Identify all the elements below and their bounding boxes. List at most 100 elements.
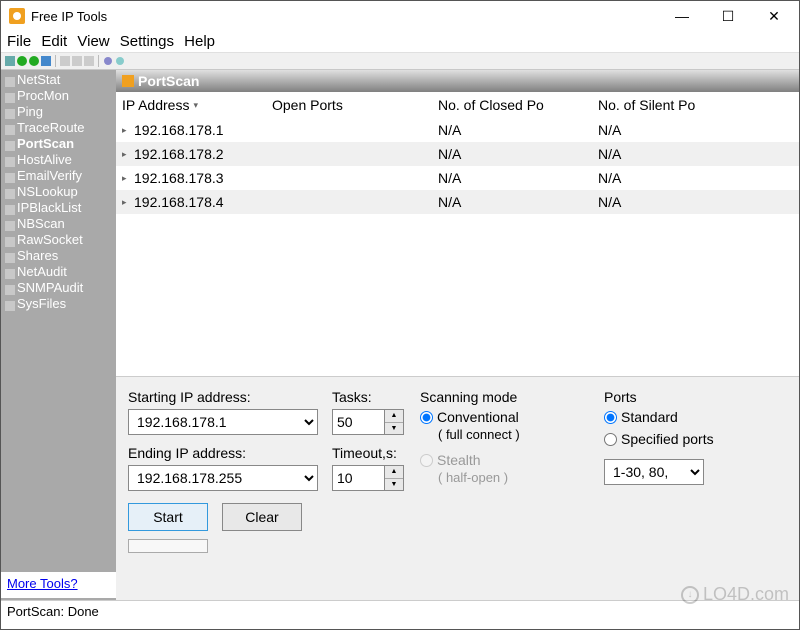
tool-icon — [5, 283, 15, 293]
tasks-down-button[interactable]: ▼ — [385, 423, 403, 435]
column-open-ports[interactable]: Open Ports — [272, 97, 438, 113]
ports-label: Ports — [604, 389, 787, 405]
tool-icon — [5, 155, 15, 165]
menu-view[interactable]: View — [77, 33, 109, 50]
menu-help[interactable]: Help — [184, 33, 215, 50]
sidebar-item-shares[interactable]: Shares — [1, 248, 116, 264]
sidebar-item-label: SNMPAudit — [17, 280, 83, 296]
tasks-up-button[interactable]: ▲ — [385, 410, 403, 423]
maximize-button[interactable]: ☐ — [705, 1, 751, 31]
cell-ip: 192.168.178.3 — [134, 170, 272, 186]
sidebar-item-procmon[interactable]: ProcMon — [1, 88, 116, 104]
cell-closed: N/A — [438, 146, 598, 162]
cell-silent: N/A — [598, 122, 738, 138]
tool-icon — [5, 187, 15, 197]
minimize-button[interactable]: — — [659, 1, 705, 31]
progress-bar — [128, 539, 208, 553]
sidebar-item-netaudit[interactable]: NetAudit — [1, 264, 116, 280]
more-tools-link[interactable]: More Tools? — [7, 576, 78, 591]
controls-panel: Starting IP address: 192.168.178.1 Endin… — [116, 377, 799, 600]
mode-conventional-radio[interactable]: Conventional — [420, 409, 590, 425]
expand-icon[interactable]: ▸ — [122, 125, 134, 136]
ports-specified-radio[interactable]: Specified ports — [604, 431, 787, 447]
sidebar-item-label: NSLookup — [17, 184, 78, 200]
sort-indicator-icon: ▾ — [193, 100, 198, 111]
toolbar — [1, 52, 799, 70]
column-silent[interactable]: No. of Silent Po — [598, 97, 738, 113]
toolbar-icon-b[interactable] — [72, 56, 82, 66]
end-ip-select[interactable]: 192.168.178.255 — [128, 465, 318, 491]
column-ip[interactable]: IP Address▾ — [122, 97, 272, 113]
start-ip-select[interactable]: 192.168.178.1 — [128, 409, 318, 435]
sidebar-item-nslookup[interactable]: NSLookup — [1, 184, 116, 200]
titlebar: Free IP Tools — ☐ ✕ — [1, 1, 799, 31]
toolbar-icon-a[interactable] — [60, 56, 70, 66]
sidebar-item-ping[interactable]: Ping — [1, 104, 116, 120]
menu-edit[interactable]: Edit — [41, 33, 67, 50]
tool-icon — [5, 91, 15, 101]
mode-conventional-sub: ( full connect ) — [438, 427, 590, 442]
results-table: IP Address▾ Open Ports No. of Closed Po … — [116, 92, 799, 377]
sidebar-item-label: HostAlive — [17, 152, 72, 168]
sidebar-item-portscan[interactable]: PortScan — [1, 136, 116, 152]
sidebar-item-label: PortScan — [17, 136, 74, 152]
app-icon — [9, 8, 25, 24]
toolbar-divider — [55, 55, 56, 67]
sidebar-item-sysfiles[interactable]: SysFiles — [1, 296, 116, 312]
expand-icon[interactable]: ▸ — [122, 173, 134, 184]
column-closed[interactable]: No. of Closed Po — [438, 97, 598, 113]
expand-icon[interactable]: ▸ — [122, 149, 134, 160]
portscan-icon — [122, 75, 134, 87]
start-button[interactable]: Start — [128, 503, 208, 531]
sidebar-item-ipblacklist[interactable]: IPBlackList — [1, 200, 116, 216]
table-header: IP Address▾ Open Ports No. of Closed Po … — [116, 92, 799, 118]
toolbar-icon[interactable] — [5, 56, 15, 66]
table-row[interactable]: ▸192.168.178.3N/AN/A — [116, 166, 799, 190]
tasks-input[interactable] — [332, 409, 384, 435]
sidebar-item-snmpaudit[interactable]: SNMPAudit — [1, 280, 116, 296]
sidebar-item-traceroute[interactable]: TraceRoute — [1, 120, 116, 136]
ports-standard-radio[interactable]: Standard — [604, 409, 787, 425]
scanning-mode-label: Scanning mode — [420, 389, 590, 405]
tool-icon — [5, 251, 15, 261]
sidebar-item-label: TraceRoute — [17, 120, 84, 136]
timeout-up-button[interactable]: ▲ — [385, 466, 403, 479]
menu-file[interactable]: File — [7, 33, 31, 50]
sidebar-item-hostalive[interactable]: HostAlive — [1, 152, 116, 168]
cell-closed: N/A — [438, 194, 598, 210]
download-icon: ↓ — [681, 586, 699, 604]
menu-settings[interactable]: Settings — [120, 33, 174, 50]
start-ip-label: Starting IP address: — [128, 389, 318, 405]
content-area: PortScan IP Address▾ Open Ports No. of C… — [116, 70, 799, 600]
clear-button[interactable]: Clear — [222, 503, 302, 531]
tool-icon — [5, 107, 15, 117]
panel-header: PortScan — [116, 70, 799, 92]
tool-icon — [5, 299, 15, 309]
timeout-down-button[interactable]: ▼ — [385, 479, 403, 491]
toolbar-divider — [98, 55, 99, 67]
save-icon[interactable] — [41, 56, 51, 66]
sidebar-item-emailverify[interactable]: EmailVerify — [1, 168, 116, 184]
help-icon[interactable] — [115, 56, 125, 66]
table-row[interactable]: ▸192.168.178.1N/AN/A — [116, 118, 799, 142]
toolbar-icon-c[interactable] — [84, 56, 94, 66]
table-row[interactable]: ▸192.168.178.2N/AN/A — [116, 142, 799, 166]
cell-closed: N/A — [438, 122, 598, 138]
cell-ip: 192.168.178.2 — [134, 146, 272, 162]
sidebar-item-label: SysFiles — [17, 296, 66, 312]
gear-icon[interactable] — [103, 56, 113, 66]
ports-specified-select[interactable]: 1-30, 80, — [604, 459, 704, 485]
sidebar-item-rawsocket[interactable]: RawSocket — [1, 232, 116, 248]
expand-icon[interactable]: ▸ — [122, 197, 134, 208]
close-button[interactable]: ✕ — [751, 1, 797, 31]
forward-icon[interactable] — [29, 56, 39, 66]
timeout-input[interactable] — [332, 465, 384, 491]
sidebar-item-netstat[interactable]: NetStat — [1, 72, 116, 88]
cell-ip: 192.168.178.4 — [134, 194, 272, 210]
status-text: PortScan: Done — [7, 604, 99, 619]
back-icon[interactable] — [17, 56, 27, 66]
sidebar-item-nbscan[interactable]: NBScan — [1, 216, 116, 232]
timeout-label: Timeout,s: — [332, 445, 406, 461]
table-row[interactable]: ▸192.168.178.4N/AN/A — [116, 190, 799, 214]
tool-icon — [5, 235, 15, 245]
